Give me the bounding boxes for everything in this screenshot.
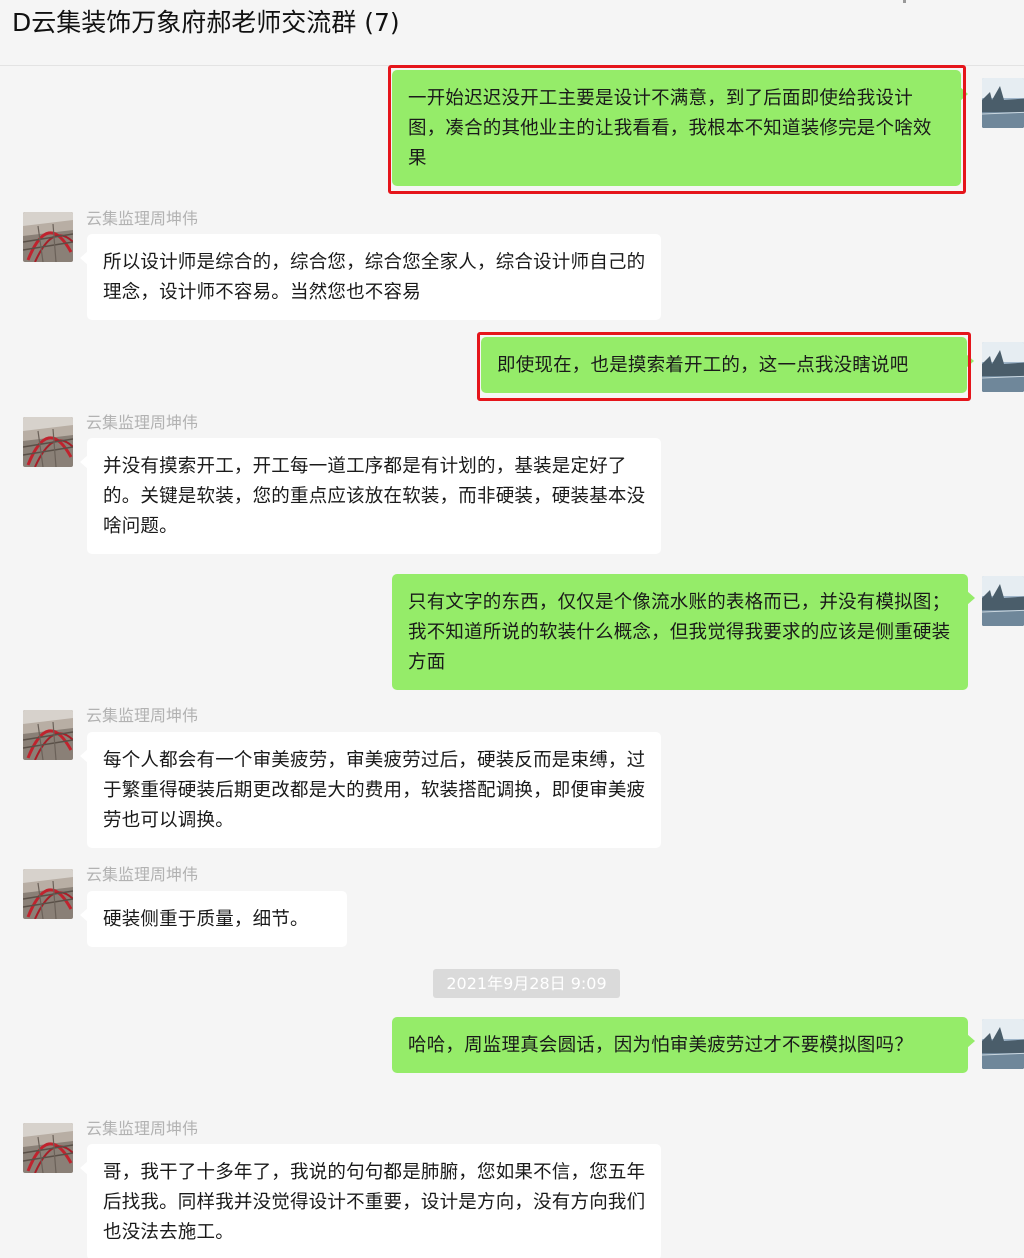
avatar-image (23, 869, 73, 919)
message-bubble[interactable]: 每个人都会有一个审美疲劳，审美疲劳过后，硬装反而是束缚，过于繁重得硬装后期更改都… (80, 732, 661, 848)
message-bubble[interactable]: 并没有摸索开工，开工每一道工序都是有计划的，基装是定好了的。关键是软装，您的重点… (80, 438, 661, 554)
avatar[interactable] (23, 710, 73, 760)
message-bubble[interactable]: 只有文字的东西，仅仅是个像流水账的表格而已，并没有模拟图；我不知道所说的软装什么… (392, 574, 975, 690)
sender-name: 云集监理周坤伟 (86, 865, 199, 884)
sender-name: 云集监理周坤伟 (86, 413, 199, 432)
avatar-image (23, 212, 73, 262)
avatar-image (982, 1019, 1024, 1069)
sender-name: 云集监理周坤伟 (86, 209, 199, 228)
avatar-image (23, 1123, 73, 1173)
avatar-image (23, 417, 73, 467)
avatar-image (982, 78, 1024, 128)
avatar[interactable] (982, 78, 1024, 128)
timestamp: 2021年9月28日 9:09 (433, 969, 620, 998)
chat-title: D云集装饰万象府郝老师交流群 (7) (12, 8, 400, 37)
message-bubble[interactable]: 即使现在，也是摸索着开工的，这一点我没瞎说吧 (481, 337, 974, 393)
avatar[interactable] (23, 1123, 73, 1173)
avatar[interactable] (982, 342, 1024, 392)
sender-name: 云集监理周坤伟 (86, 1119, 199, 1138)
message-bubble[interactable]: 所以设计师是综合的，综合您，综合您全家人，综合设计师自己的理念，设计师不容易。当… (80, 234, 661, 320)
avatar-image (23, 710, 73, 760)
sender-name: 云集监理周坤伟 (86, 706, 199, 725)
message-bubble[interactable]: 硬装侧重于质量，细节。 (80, 891, 347, 947)
message-bubble[interactable]: 哥，我干了十多年了，我说的句句都是肺腑，您如果不信，您五年后找我。同样我并没觉得… (80, 1144, 661, 1258)
more-icon[interactable] (903, 0, 906, 3)
avatar[interactable] (23, 417, 73, 467)
chat-header: D云集装饰万象府郝老师交流群 (7) (0, 0, 1024, 66)
avatar[interactable] (23, 212, 73, 262)
message-bubble[interactable]: 一开始迟迟没开工主要是设计不满意，到了后面即使给我设计图，凑合的其他业主的让我看… (392, 70, 968, 186)
avatar-image (982, 342, 1024, 392)
avatar-image (982, 576, 1024, 626)
message-bubble[interactable]: 哈哈，周监理真会圆话，因为怕审美疲劳过才不要模拟图吗？ (392, 1017, 975, 1073)
avatar[interactable] (982, 1019, 1024, 1069)
avatar[interactable] (23, 869, 73, 919)
avatar[interactable] (982, 576, 1024, 626)
